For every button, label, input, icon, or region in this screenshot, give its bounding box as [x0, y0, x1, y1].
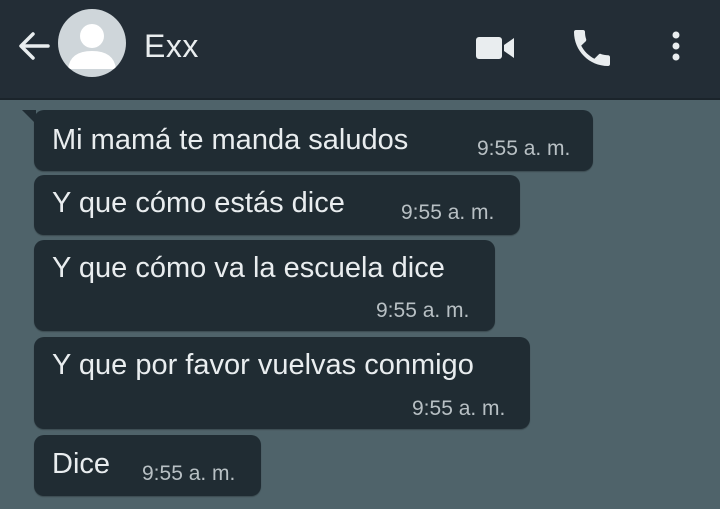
voice-call-button[interactable]: [568, 24, 616, 72]
message-text: Mi mamá te manda saludos: [52, 124, 409, 156]
contact-avatar[interactable]: [58, 9, 126, 77]
message-bubble[interactable]: Dice 9:55 a. m.: [34, 435, 261, 496]
message-text: Y que cómo va la escuela dice: [52, 252, 445, 284]
message-bubble[interactable]: Y que por favor vuelvas conmigo 9:55 a. …: [34, 337, 530, 429]
message-text: Dice: [52, 448, 111, 480]
video-call-button[interactable]: [470, 24, 518, 72]
bubble-tail: [22, 110, 36, 124]
message-bubble[interactable]: Mi mamá te manda saludos 9:55 a. m.: [22, 110, 593, 171]
back-arrow-icon[interactable]: [14, 26, 54, 66]
more-options-button[interactable]: [652, 24, 700, 72]
message-bubble[interactable]: Y que cómo va la escuela dice 9:55 a. m.: [34, 240, 495, 331]
video-camera-icon: [476, 37, 514, 59]
message-time: 9:55 a. m.: [401, 201, 495, 224]
message-time: 9:55 a. m.: [412, 397, 506, 420]
chat-header: Exx: [0, 0, 720, 100]
person-icon: [68, 24, 116, 69]
message-list[interactable]: Mi mamá te manda saludos 9:55 a. m. Y qu…: [0, 100, 720, 509]
message-text: Y que por favor vuelvas conmigo: [52, 349, 474, 381]
message-time: 9:55 a. m.: [477, 137, 571, 160]
message-text: Y que cómo estás dice: [52, 187, 345, 219]
more-vertical-icon: [672, 31, 680, 61]
phone-icon: [574, 30, 610, 66]
message-time: 9:55 a. m.: [142, 462, 236, 485]
contact-name[interactable]: Exx: [144, 26, 199, 66]
message-bubble[interactable]: Y que cómo estás dice 9:55 a. m.: [34, 175, 520, 235]
message-time: 9:55 a. m.: [376, 299, 470, 322]
